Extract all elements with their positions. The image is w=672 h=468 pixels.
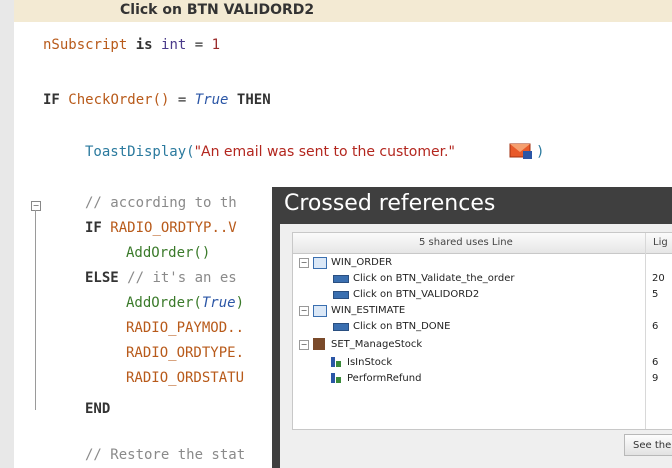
button-icon	[333, 275, 349, 283]
code-line-7[interactable]: ELSE // it's an es	[85, 270, 237, 286]
call-addorder: AddOrder()	[126, 245, 211, 261]
code-line-2[interactable]: IF CheckOrder() = True THEN	[43, 92, 271, 108]
literal-true: True	[194, 92, 229, 108]
event-title: Click on BTN VALIDORD2	[120, 2, 315, 18]
call-toastdisplay: ToastDisplay(	[85, 144, 195, 160]
literal-true: True	[201, 295, 236, 311]
call-checkorder: CheckOrder()	[68, 92, 170, 108]
code-line-13[interactable]: // Restore the stat	[85, 447, 245, 463]
code-line-3-close: )	[536, 144, 545, 160]
collapse-icon[interactable]: −	[299, 258, 309, 268]
row-label: IsInStock	[347, 357, 393, 368]
fold-toggle[interactable]: −	[31, 201, 41, 211]
row-label: Click on BTN_DONE	[353, 321, 451, 332]
procedure-icon	[331, 357, 341, 367]
type-int: int	[161, 37, 187, 53]
crossed-references-popup[interactable]: Crossed references 5 shared uses Line Li…	[272, 187, 672, 468]
comment: // Restore the stat	[85, 447, 246, 463]
row-line-number: 5	[652, 289, 659, 300]
see-the-button[interactable]: See the	[624, 434, 672, 456]
keyword-else: ELSE	[85, 270, 119, 286]
comment: // it's an es	[127, 270, 237, 286]
window-icon	[313, 305, 327, 317]
collapse-icon[interactable]: −	[299, 306, 309, 316]
event-title-bar: Click on BTN VALIDORD2	[14, 0, 672, 22]
procedure-icon	[331, 373, 341, 383]
row-label: WIN_ESTIMATE	[331, 305, 406, 316]
button-icon	[333, 323, 349, 331]
tree-row-set-managestock[interactable]: − SET_ManageStock	[293, 337, 672, 353]
code-line-6[interactable]: AddOrder()	[126, 245, 210, 261]
fold-guide-line	[35, 210, 36, 410]
tree-row-win-estimate[interactable]: − WIN_ESTIMATE	[293, 303, 672, 319]
row-line-number: 6	[652, 321, 659, 332]
tree-row-procedure[interactable]: IsInStock 6	[293, 355, 672, 371]
code-line-4[interactable]: // according to th	[85, 195, 237, 211]
string-literal: "An email was sent to the customer."	[194, 144, 455, 160]
radio-expression: RADIO_ORDTYP..V	[110, 220, 237, 236]
column-header-line[interactable]: Lig	[653, 237, 668, 248]
row-line-number: 6	[652, 357, 659, 368]
code-line-10[interactable]: RADIO_ORDTYPE.	[126, 345, 244, 361]
code-line-9[interactable]: RADIO_PAYMOD..	[126, 320, 244, 336]
button-icon	[333, 291, 349, 299]
keyword-is: is	[135, 37, 153, 53]
comment: // according to th	[85, 195, 237, 211]
window-icon	[313, 257, 327, 269]
keyword-then: THEN	[236, 92, 271, 108]
keyword-if: IF	[85, 220, 102, 236]
code-line-5[interactable]: IF RADIO_ORDTYP..V	[85, 220, 237, 236]
popup-body: 5 shared uses Line Lig − WIN_ORDER Click…	[280, 224, 672, 468]
row-label: WIN_ORDER	[331, 257, 393, 268]
tree-row-reference[interactable]: Click on BTN_DONE 6	[293, 319, 672, 335]
operator-eq: =	[177, 92, 187, 108]
popup-title: Crossed references	[284, 191, 496, 216]
row-line-number: 20	[652, 273, 665, 284]
call-addorder-true: AddOrder(	[126, 295, 202, 311]
email-icon	[509, 143, 532, 159]
code-line-1[interactable]: nSubscript is int = 1	[43, 37, 220, 53]
row-label: Click on BTN_Validate_the_order	[353, 273, 515, 284]
variable-name: nSubscript	[43, 37, 128, 53]
procedure-set-icon	[313, 338, 325, 350]
tree-row-procedure[interactable]: PerformRefund 9	[293, 371, 672, 387]
tree-row-reference[interactable]: Click on BTN_VALIDORD2 5	[293, 287, 672, 303]
references-table[interactable]: 5 shared uses Line Lig − WIN_ORDER Click…	[292, 232, 672, 430]
tree-row-win-order[interactable]: − WIN_ORDER	[293, 255, 672, 271]
operator-eq: =	[194, 37, 204, 53]
collapse-icon[interactable]: −	[299, 340, 309, 350]
editor-gutter	[0, 0, 14, 468]
code-line-3[interactable]: ToastDisplay("An email was sent to the c…	[85, 144, 455, 160]
table-header: 5 shared uses Line Lig	[293, 233, 672, 254]
keyword-if: IF	[43, 92, 60, 108]
code-line-11[interactable]: RADIO_ORDSTATU	[126, 370, 244, 386]
code-line-12[interactable]: END	[85, 401, 110, 417]
keyword-end: END	[85, 401, 111, 417]
tree-row-reference[interactable]: Click on BTN_Validate_the_order 20	[293, 271, 672, 287]
row-label: Click on BTN_VALIDORD2	[353, 289, 480, 300]
literal-one: 1	[211, 37, 221, 53]
row-label: PerformRefund	[347, 373, 422, 384]
row-label: SET_ManageStock	[331, 339, 423, 350]
row-line-number: 9	[652, 373, 659, 384]
code-line-8[interactable]: AddOrder(True)	[126, 295, 244, 311]
column-header-uses[interactable]: 5 shared uses Line	[419, 237, 513, 248]
